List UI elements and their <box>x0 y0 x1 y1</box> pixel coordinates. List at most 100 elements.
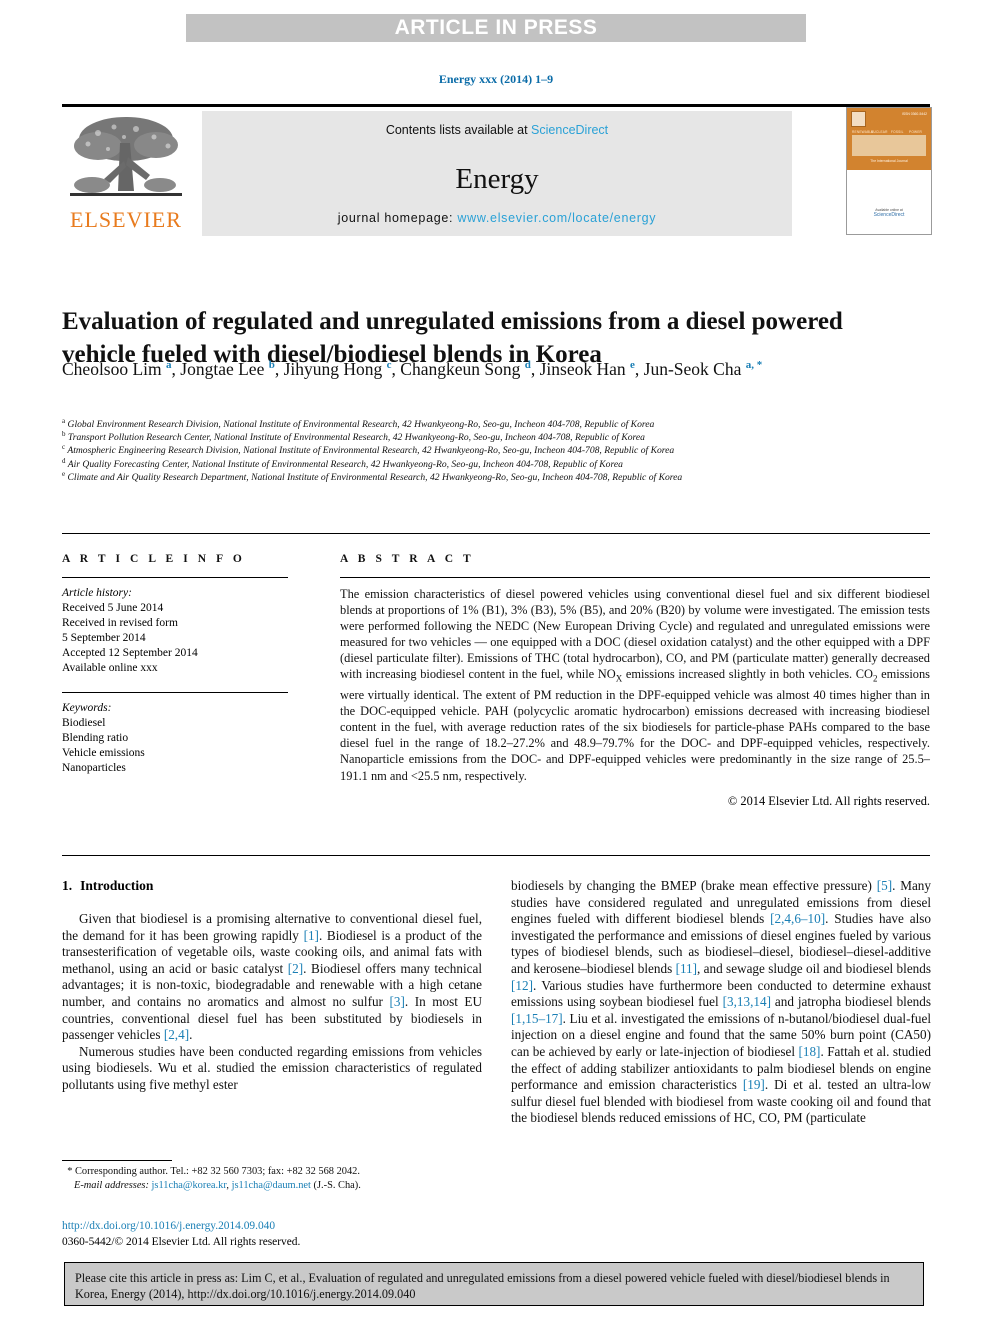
elsevier-tree-icon <box>70 117 182 196</box>
author-entry: Cheolsoo Lim a, <box>62 359 181 379</box>
abstract-part-2: emissions increased slightly in both veh… <box>622 667 873 682</box>
email-link-1[interactable]: js11cha@korea.kr <box>152 1180 227 1191</box>
corresponding-author-note: * Corresponding author. Tel.: +82 32 560… <box>62 1165 482 1179</box>
affiliation-mark: b <box>62 430 66 439</box>
author-affiliation-mark[interactable]: e <box>630 359 635 371</box>
author-affiliation-mark[interactable]: b <box>269 359 275 371</box>
text-run: biodiesels by changing the BMEP (brake m… <box>511 878 877 893</box>
article-history-label: Article history: <box>62 587 132 599</box>
author-affiliation-mark[interactable]: c <box>387 359 392 371</box>
article-history-item: 5 September 2014 <box>62 632 146 644</box>
citation-ref[interactable]: [11] <box>676 961 697 976</box>
section-heading-introduction: 1. Introduction <box>62 878 482 894</box>
affiliation-item: a Global Environment Research Division, … <box>62 416 942 431</box>
cover-energy-title <box>852 135 926 156</box>
cover-top-panel: ISSN 0360-5442 RENEWABLE NUCLEAR FOSSIL … <box>847 108 931 170</box>
affiliation-item: d Air Quality Forecasting Center, Nation… <box>62 456 942 471</box>
affiliation-item: c Atmospheric Engineering Research Divis… <box>62 444 942 457</box>
citation-ref[interactable]: [2,4] <box>164 1027 189 1042</box>
email-link-2[interactable]: js11cha@daum.net <box>232 1180 311 1191</box>
footnote-block: * Corresponding author. Tel.: +82 32 560… <box>62 1165 482 1193</box>
body-column-right: biodiesels by changing the BMEP (brake m… <box>511 878 931 1127</box>
author-entry: Jihyung Hong c, <box>283 359 401 379</box>
author-affiliation-mark[interactable]: d <box>525 359 531 371</box>
article-history-item: Received 5 June 2014 <box>62 602 164 614</box>
citation-ref[interactable]: [3,13,14] <box>723 994 771 1009</box>
author-affiliation-mark[interactable]: a <box>166 359 172 371</box>
abstract-heading: A B S T R A C T <box>340 553 475 565</box>
article-info-heading: A R T I C L E I N F O <box>62 553 246 565</box>
author-entry: Jun-Seok Cha a, * <box>644 359 763 379</box>
journal-homepage-line: journal homepage: www.elsevier.com/locat… <box>202 211 792 225</box>
author-name: Cheolsoo Lim <box>62 359 162 379</box>
footnote-rule <box>62 1160 172 1161</box>
abstract-column: A B S T R A C T The emission characteris… <box>340 553 930 809</box>
article-info-column: A R T I C L E I N F O Article history: R… <box>62 553 288 776</box>
keywords-divider <box>62 692 288 693</box>
abstract-divider <box>340 577 930 578</box>
citation-ref[interactable]: [19] <box>743 1077 765 1092</box>
affiliation-mark: e <box>62 469 66 478</box>
elsevier-logo: ELSEVIER <box>62 111 190 236</box>
author-name: Changkeun Song <box>400 359 521 379</box>
affiliation-list: a Global Environment Research Division, … <box>62 416 942 484</box>
section-title: Introduction <box>80 878 154 893</box>
intro-paragraph-3: biodiesels by changing the BMEP (brake m… <box>511 878 931 1127</box>
keyword-item: Vehicle emissions <box>62 747 145 759</box>
sciencedirect-link[interactable]: ScienceDirect <box>531 123 608 137</box>
citation-ref[interactable]: [1] <box>304 928 319 943</box>
author-name: Jongtae Lee <box>180 359 265 379</box>
cover-footer-line2: ScienceDirect <box>873 212 905 218</box>
citation-ref[interactable]: [2,4,6–10] <box>770 911 825 926</box>
abstract-band-bottom-rule <box>62 855 930 856</box>
cover-keyword-3: FOSSIL <box>891 130 904 134</box>
keyword-item: Nanoparticles <box>62 762 126 774</box>
keyword-item: Blending ratio <box>62 732 129 744</box>
affiliation-mark: d <box>62 456 66 465</box>
keywords-label: Keywords: <box>62 702 112 714</box>
email-label: E-mail addresses: <box>74 1180 149 1191</box>
affiliation-mark: a <box>62 416 66 425</box>
affiliation-mark: c <box>62 443 66 452</box>
affiliation-item: b Transport Pollution Research Center, N… <box>62 431 942 444</box>
contents-available-line: Contents lists available at ScienceDirec… <box>202 123 792 137</box>
author-name: Jinseok Han <box>539 359 626 379</box>
contents-prefix-text: Contents lists available at <box>385 123 532 137</box>
issn-copyright-line: 0360-5442/© 2014 Elsevier Ltd. All right… <box>62 1235 301 1248</box>
affiliation-item: e Climate and Air Quality Research Depar… <box>62 469 942 484</box>
elsevier-wordmark: ELSEVIER <box>70 207 182 232</box>
article-history-item: Available online xxx <box>62 662 158 674</box>
author-list: Cheolsoo Lim a, Jongtae Lee b, Jihyung H… <box>62 357 882 382</box>
affiliation-text: Transport Pollution Research Center, Nat… <box>67 432 645 444</box>
text-run: and jatropha biodiesel blends <box>770 994 931 1010</box>
citation-ref[interactable]: [3] <box>389 994 404 1009</box>
author-entry: Jongtae Lee b, <box>180 359 284 379</box>
article-history-item: Received in revised form <box>62 617 178 629</box>
citation-ref[interactable]: [12] <box>511 978 533 993</box>
journal-homepage-link[interactable]: www.elsevier.com/locate/energy <box>457 211 656 225</box>
author-affiliation-mark[interactable]: a, * <box>746 359 763 371</box>
citation-ref[interactable]: [1,15–17] <box>511 1011 563 1026</box>
affiliation-text: Climate and Air Quality Research Departm… <box>67 471 683 483</box>
journal-info-band: Contents lists available at ScienceDirec… <box>202 111 792 236</box>
masthead-top-rule <box>62 104 930 107</box>
citation-ref[interactable]: [5] <box>877 878 892 893</box>
cover-subtitle: The International Journal <box>870 159 908 163</box>
article-in-press-banner: ARTICLE IN PRESS <box>186 14 806 42</box>
article-history-item: Accepted 12 September 2014 <box>62 647 198 659</box>
cover-footer: Available online at ScienceDirect <box>847 208 931 218</box>
affiliation-text: Air Quality Forecasting Center, National… <box>67 458 623 470</box>
text-run: . <box>189 1027 193 1043</box>
running-head-citation: Energy xxx (2014) 1–9 <box>438 72 554 86</box>
section-number: 1. <box>62 878 73 893</box>
cover-corner-note: ISSN 0360-5442 <box>901 112 927 116</box>
affiliation-text: Global Environment Research Division, Na… <box>67 419 655 430</box>
doi-link[interactable]: http://dx.doi.org/10.1016/j.energy.2014.… <box>62 1219 482 1235</box>
abstract-text: The emission characteristics of diesel p… <box>340 586 930 784</box>
body-column-left: 1. Introduction Given that biodiesel is a… <box>62 878 482 1094</box>
journal-title: Energy <box>455 163 539 195</box>
email-note: E-mail addresses: js11cha@korea.kr, js11… <box>62 1179 482 1193</box>
citation-ref[interactable]: [18] <box>798 1044 820 1059</box>
text-run: , and sewage sludge oil and biodiesel bl… <box>697 960 931 976</box>
citation-ref[interactable]: [2] <box>288 961 303 976</box>
